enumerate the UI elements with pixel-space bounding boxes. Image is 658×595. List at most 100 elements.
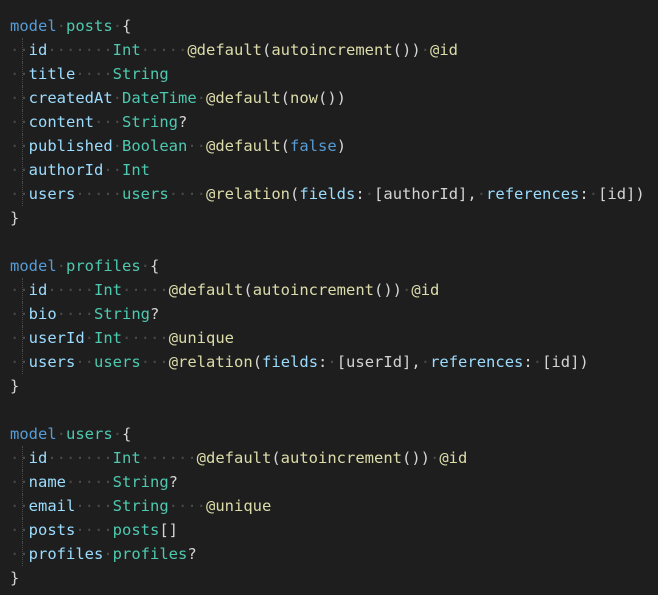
whitespace-marker: ····: [75, 65, 113, 83]
field-name-token: id: [28, 41, 48, 59]
whitespace-marker: ··: [10, 521, 29, 539]
punctuation-token: :: [523, 353, 533, 371]
code-line[interactable]: ··published·Boolean··@default(false): [10, 134, 346, 158]
whitespace-marker: ··: [103, 161, 122, 179]
code-line[interactable]: ··userId·Int·····@unique: [10, 326, 234, 350]
attribute-token: @default: [168, 281, 244, 299]
indent-guide: [22, 158, 23, 182]
whitespace-marker: ··: [10, 329, 29, 347]
punctuation-token: ?: [168, 473, 179, 491]
keyword-token: model: [10, 425, 57, 443]
punctuation-token: [id]): [542, 353, 589, 371]
code-line[interactable]: ··profiles·profiles?: [10, 542, 197, 566]
whitespace-marker: ·: [140, 257, 151, 275]
code-line[interactable]: model·users·{: [10, 422, 131, 446]
whitespace-marker: ··: [75, 353, 95, 371]
attribute-token: @unique: [206, 497, 272, 515]
field-name-token: name: [28, 473, 66, 491]
type-token: String: [112, 473, 169, 491]
code-line[interactable]: ··content···String?: [10, 110, 187, 134]
code-line[interactable]: ··users··users···@relation(fields:·[user…: [10, 350, 589, 374]
attribute-token: @id: [430, 41, 459, 59]
code-line[interactable]: ··email····String····@unique: [10, 494, 271, 518]
type-token: posts: [112, 521, 160, 539]
code-line[interactable]: ··name·····String?: [10, 470, 178, 494]
whitespace-marker: ··: [10, 65, 29, 83]
whitespace-marker: ····: [56, 305, 94, 323]
whitespace-marker: ··: [10, 473, 29, 491]
code-line[interactable]: ··id·····Int·····@default(autoincrement(…: [10, 278, 439, 302]
code-line[interactable]: ··id·······Int······@default(autoincreme…: [10, 446, 467, 470]
whitespace-marker: ·: [420, 353, 431, 371]
code-line[interactable]: ··id·······Int·····@default(autoincremen…: [10, 38, 458, 62]
code-line[interactable]: ··title····String: [10, 62, 169, 86]
punctuation-token: ?: [187, 545, 197, 563]
type-token: users: [94, 353, 141, 371]
whitespace-marker: ···: [140, 353, 169, 371]
field-name-token: published: [28, 137, 113, 155]
argument-key-token: references: [486, 185, 580, 203]
field-name-token: id: [28, 449, 48, 467]
whitespace-marker: ··: [10, 497, 29, 515]
whitespace-marker: ·····: [140, 41, 188, 59]
attribute-token: autoincrement: [252, 281, 375, 299]
type-token: Int: [122, 161, 150, 179]
whitespace-marker: ··: [10, 305, 29, 323]
whitespace-marker: ·: [430, 449, 440, 467]
code-line[interactable]: model·profiles·{: [10, 254, 159, 278]
punctuation-token: :: [579, 185, 589, 203]
punctuation-token: ()): [392, 41, 421, 59]
punctuation-token: (: [290, 185, 300, 203]
field-name-token: content: [28, 113, 94, 131]
code-line[interactable]: ··createdAt·DateTime·@default(now()): [10, 86, 346, 110]
indent-guide: [22, 302, 23, 326]
attribute-token: @default: [196, 449, 272, 467]
whitespace-marker: ···: [94, 113, 122, 131]
whitespace-marker: ·: [112, 425, 123, 443]
code-editor[interactable]: model·posts·{··id·······Int·····@default…: [0, 0, 658, 595]
whitespace-marker: ····: [168, 497, 206, 515]
whitespace-marker: ·: [402, 281, 412, 299]
type-token: users: [122, 185, 169, 203]
code-line[interactable]: model·posts·{: [10, 14, 131, 38]
punctuation-token: [authorId],: [374, 185, 477, 203]
boolean-token: false: [290, 137, 337, 155]
whitespace-marker: ·: [103, 545, 113, 563]
type-token: Int: [112, 41, 141, 59]
attribute-token: @default: [187, 41, 262, 59]
punctuation-token: :: [355, 185, 365, 203]
argument-key-token: references: [430, 353, 524, 371]
field-name-token: id: [28, 281, 48, 299]
type-token: DateTime: [122, 89, 197, 107]
code-line[interactable]: }: [10, 374, 19, 398]
whitespace-marker: ·····: [47, 281, 95, 299]
indent-guide: [22, 542, 23, 566]
whitespace-marker: ·: [84, 329, 95, 347]
code-line[interactable]: ··authorId··Int: [10, 158, 150, 182]
whitespace-marker: ··: [187, 137, 207, 155]
whitespace-marker: ··: [10, 41, 29, 59]
whitespace-marker: ··: [10, 185, 29, 203]
whitespace-marker: ·: [112, 89, 123, 107]
whitespace-marker: ·: [196, 89, 207, 107]
punctuation-token: (: [271, 449, 281, 467]
indent-guide: [22, 62, 23, 86]
whitespace-marker: ·····: [122, 329, 169, 347]
code-line[interactable]: ··posts····posts[]: [10, 518, 178, 542]
punctuation-token: [userId],: [336, 353, 421, 371]
type-token: profiles: [112, 545, 188, 563]
code-line[interactable]: ··users·····users····@relation(fields:·[…: [10, 182, 645, 206]
indent-guide: [22, 350, 23, 374]
type-token: String: [94, 305, 150, 323]
attribute-token: @default: [206, 137, 281, 155]
attribute-token: autoincrement: [271, 41, 393, 59]
whitespace-marker: ··: [10, 281, 29, 299]
indent-guide: [22, 494, 23, 518]
code-line[interactable]: ··bio····String?: [10, 302, 159, 326]
indent-guide: [22, 134, 23, 158]
code-line[interactable]: }: [10, 566, 19, 590]
field-name-token: profiles: [28, 545, 104, 563]
code-line[interactable]: }: [10, 206, 19, 230]
type-token: String: [122, 113, 178, 131]
field-name-token: title: [28, 65, 76, 83]
